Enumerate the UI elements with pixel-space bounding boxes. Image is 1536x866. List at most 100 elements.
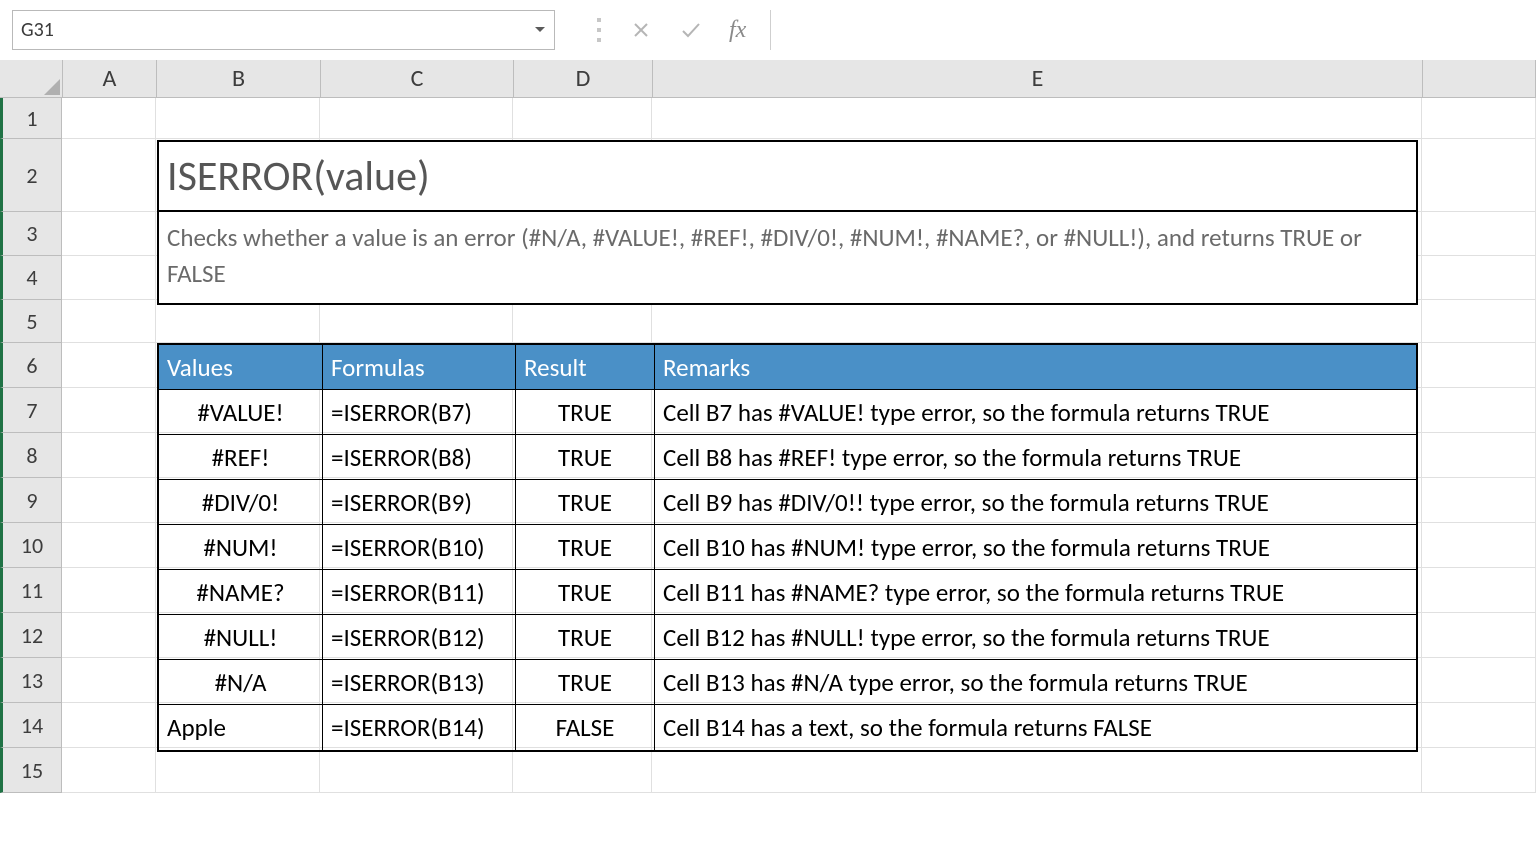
cell[interactable] — [62, 212, 156, 256]
row-header-8[interactable]: 8 — [0, 433, 62, 478]
name-box[interactable]: G31 — [12, 10, 555, 50]
cell[interactable] — [62, 139, 156, 212]
title-cell[interactable]: ISERROR(value) — [157, 140, 1418, 211]
select-all-corner[interactable] — [0, 60, 63, 97]
cell[interactable] — [513, 98, 652, 139]
cell[interactable] — [320, 300, 513, 343]
cell[interactable] — [652, 300, 1422, 343]
cell[interactable] — [1422, 613, 1536, 658]
column-header-B[interactable]: B — [157, 60, 321, 97]
cell-remark[interactable]: Cell B8 has #REF! type error, so the for… — [655, 435, 1416, 480]
cell[interactable] — [62, 568, 156, 613]
cell-value[interactable]: #DIV/0! — [159, 480, 323, 525]
cell-remark[interactable]: Cell B10 has #NUM! type error, so the fo… — [655, 525, 1416, 570]
cell[interactable] — [1422, 256, 1536, 300]
cell-formula[interactable]: =ISERROR(B9) — [323, 480, 516, 525]
cell[interactable] — [62, 300, 156, 343]
cell[interactable] — [1422, 478, 1536, 523]
row-header-5[interactable]: 5 — [0, 300, 62, 343]
column-header-A[interactable]: A — [63, 60, 157, 97]
cell-formula[interactable]: =ISERROR(B11) — [323, 570, 516, 615]
row-header-1[interactable]: 1 — [0, 98, 62, 139]
cell[interactable] — [1422, 212, 1536, 256]
cell[interactable] — [320, 98, 513, 139]
column-header-E[interactable]: E — [653, 60, 1423, 97]
cell-value[interactable]: #REF! — [159, 435, 323, 480]
cell[interactable] — [652, 98, 1422, 139]
cell[interactable] — [1422, 139, 1536, 212]
cell-result[interactable]: FALSE — [516, 705, 655, 750]
cell[interactable] — [1422, 748, 1536, 793]
cell-formula[interactable]: =ISERROR(B13) — [323, 660, 516, 705]
cell-value[interactable]: #NAME? — [159, 570, 323, 615]
cell[interactable] — [513, 300, 652, 343]
cell[interactable] — [1422, 523, 1536, 568]
row-header-4[interactable]: 4 — [0, 256, 62, 300]
cell[interactable] — [62, 748, 156, 793]
cell[interactable] — [156, 748, 320, 793]
cell[interactable] — [62, 98, 156, 139]
cell-value[interactable]: #NUM! — [159, 525, 323, 570]
cell[interactable] — [156, 300, 320, 343]
cell-result[interactable]: TRUE — [516, 435, 655, 480]
cell-result[interactable]: TRUE — [516, 480, 655, 525]
cell-formula[interactable]: =ISERROR(B7) — [323, 390, 516, 435]
cell[interactable] — [62, 388, 156, 433]
enter-icon[interactable] — [679, 18, 703, 42]
cell[interactable] — [1422, 568, 1536, 613]
cell[interactable] — [320, 748, 513, 793]
header-result[interactable]: Result — [516, 345, 655, 390]
cell-formula[interactable]: =ISERROR(B8) — [323, 435, 516, 480]
cell-result[interactable]: TRUE — [516, 570, 655, 615]
row-header-7[interactable]: 7 — [0, 388, 62, 433]
row-header-6[interactable]: 6 — [0, 343, 62, 388]
header-remarks[interactable]: Remarks — [655, 345, 1416, 390]
header-formulas[interactable]: Formulas — [323, 345, 516, 390]
cell[interactable] — [62, 256, 156, 300]
insert-function-icon[interactable]: fx — [729, 17, 746, 44]
cell-result[interactable]: TRUE — [516, 660, 655, 705]
header-values[interactable]: Values — [159, 345, 323, 390]
column-header-D[interactable]: D — [514, 60, 653, 97]
cell-formula[interactable]: =ISERROR(B12) — [323, 615, 516, 660]
row-header-15[interactable]: 15 — [0, 748, 62, 793]
cell[interactable] — [62, 433, 156, 478]
cell-result[interactable]: TRUE — [516, 615, 655, 660]
cell-remark[interactable]: Cell B7 has #VALUE! type error, so the f… — [655, 390, 1416, 435]
cell-value[interactable]: #NULL! — [159, 615, 323, 660]
row-header-13[interactable]: 13 — [0, 658, 62, 703]
cell-result[interactable]: TRUE — [516, 390, 655, 435]
row-header-10[interactable]: 10 — [0, 523, 62, 568]
cell[interactable] — [1422, 98, 1536, 139]
cell-value[interactable]: #VALUE! — [159, 390, 323, 435]
cancel-icon[interactable] — [629, 18, 653, 42]
row-header-14[interactable]: 14 — [0, 703, 62, 748]
cell-value[interactable]: #N/A — [159, 660, 323, 705]
cell[interactable] — [62, 478, 156, 523]
column-header-C[interactable]: C — [321, 60, 514, 97]
cell[interactable] — [513, 748, 652, 793]
cell[interactable] — [62, 613, 156, 658]
cell[interactable] — [156, 98, 320, 139]
cell[interactable] — [1422, 343, 1536, 388]
cell-result[interactable]: TRUE — [516, 525, 655, 570]
cell[interactable] — [652, 748, 1422, 793]
cell-remark[interactable]: Cell B14 has a text, so the formula retu… — [655, 705, 1416, 750]
description-cell[interactable]: Checks whether a value is an error (#N/A… — [157, 211, 1418, 305]
row-header-2[interactable]: 2 — [0, 139, 62, 212]
cell[interactable] — [1422, 433, 1536, 478]
cell-value[interactable]: Apple — [159, 705, 323, 750]
cell[interactable] — [62, 343, 156, 388]
cell-remark[interactable]: Cell B12 has #NULL! type error, so the f… — [655, 615, 1416, 660]
cell[interactable] — [62, 523, 156, 568]
cell[interactable] — [62, 703, 156, 748]
row-header-3[interactable]: 3 — [0, 212, 62, 256]
row-header-11[interactable]: 11 — [0, 568, 62, 613]
name-box-dropdown-icon[interactable] — [532, 22, 548, 38]
cell-remark[interactable]: Cell B13 has #N/A type error, so the for… — [655, 660, 1416, 705]
cell[interactable] — [1422, 300, 1536, 343]
cell-formula[interactable]: =ISERROR(B14) — [323, 705, 516, 750]
cell-remark[interactable]: Cell B9 has #DIV/0!! type error, so the … — [655, 480, 1416, 525]
cell-remark[interactable]: Cell B11 has #NAME? type error, so the f… — [655, 570, 1416, 615]
formula-input[interactable] — [770, 10, 1524, 50]
